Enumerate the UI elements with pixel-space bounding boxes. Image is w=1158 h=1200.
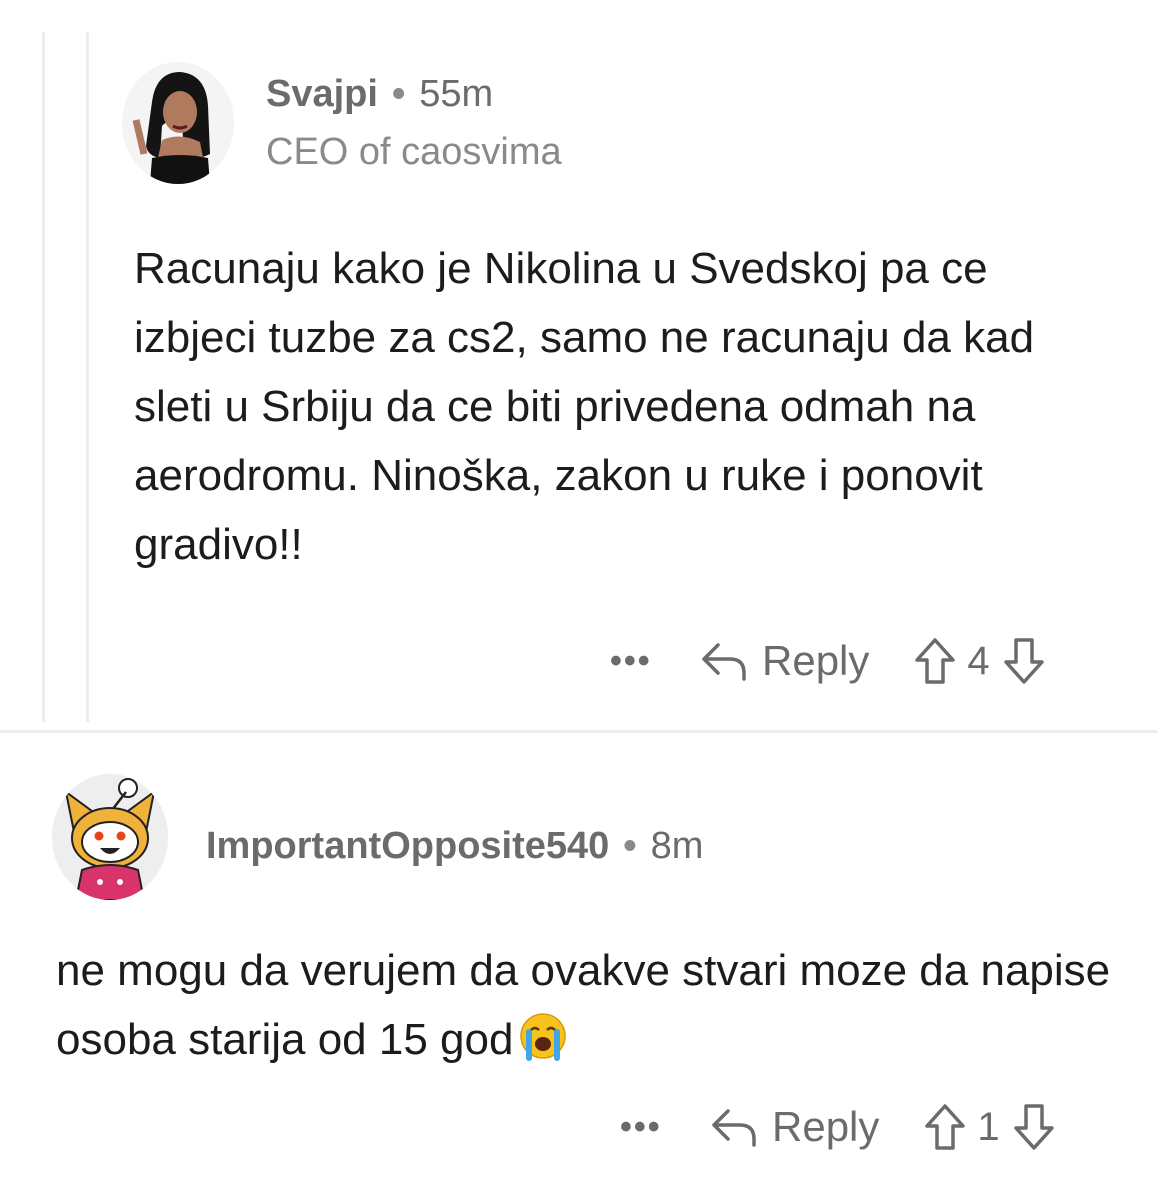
reply-arrow-icon [702, 643, 746, 681]
comment-body: Racunaju kako je Nikolina u Svedskoj pa … [134, 244, 1035, 569]
meta-separator: • [623, 825, 637, 867]
reply-button[interactable]: Reply [700, 637, 869, 685]
downvote-icon[interactable] [1012, 1102, 1056, 1152]
comment-svajpi: Svajpi • 55m CEO of caosvima Racunaju kako… [0, 0, 1158, 732]
author-name[interactable]: ImportantOpposite540 [206, 825, 609, 867]
more-options-button[interactable]: ••• [610, 644, 700, 678]
reply-label: Reply [772, 1103, 880, 1150]
vote-score: 1 [977, 1105, 1000, 1149]
snoo-dog-avatar [52, 774, 168, 900]
upvote-icon[interactable] [913, 636, 957, 686]
comment-body: ne mogu da verujem da ovakve stvari moze… [56, 936, 1116, 1074]
downvote-icon[interactable] [1002, 636, 1046, 686]
avatar[interactable] [122, 62, 234, 184]
timestamp: 8m [650, 825, 704, 867]
vote-controls: 1 [923, 1102, 1055, 1152]
more-options-button[interactable]: ••• [620, 1110, 710, 1144]
user-photo-avatar [122, 62, 234, 184]
reply-label: Reply [762, 637, 870, 684]
comment-actions: ••• Reply 1 [620, 1092, 1056, 1162]
comment-meta: ImportantOpposite540 • 8m [206, 824, 703, 868]
upvote-icon[interactable] [923, 1102, 967, 1152]
comment-meta: Svajpi • 55m [266, 72, 493, 116]
comment-body-text: ne mogu da verujem da ovakve stvari moze… [56, 946, 1111, 1064]
user-flair: CEO of caosvima [266, 131, 562, 173]
avatar[interactable] [52, 774, 168, 900]
vote-controls: 4 [913, 636, 1045, 686]
timestamp: 55m [419, 73, 494, 115]
comment-importantopposite540: ImportantOpposite540 • 8m ne mogu da veruj… [0, 732, 1158, 1200]
loudly-crying-face-icon [520, 1013, 567, 1061]
reply-button[interactable]: Reply [710, 1103, 879, 1151]
comment-actions: ••• Reply 4 [610, 626, 1046, 696]
meta-separator: • [391, 73, 406, 115]
author-name[interactable]: Svajpi [266, 73, 378, 115]
reply-arrow-icon [712, 1109, 756, 1147]
vote-score: 4 [967, 639, 990, 683]
